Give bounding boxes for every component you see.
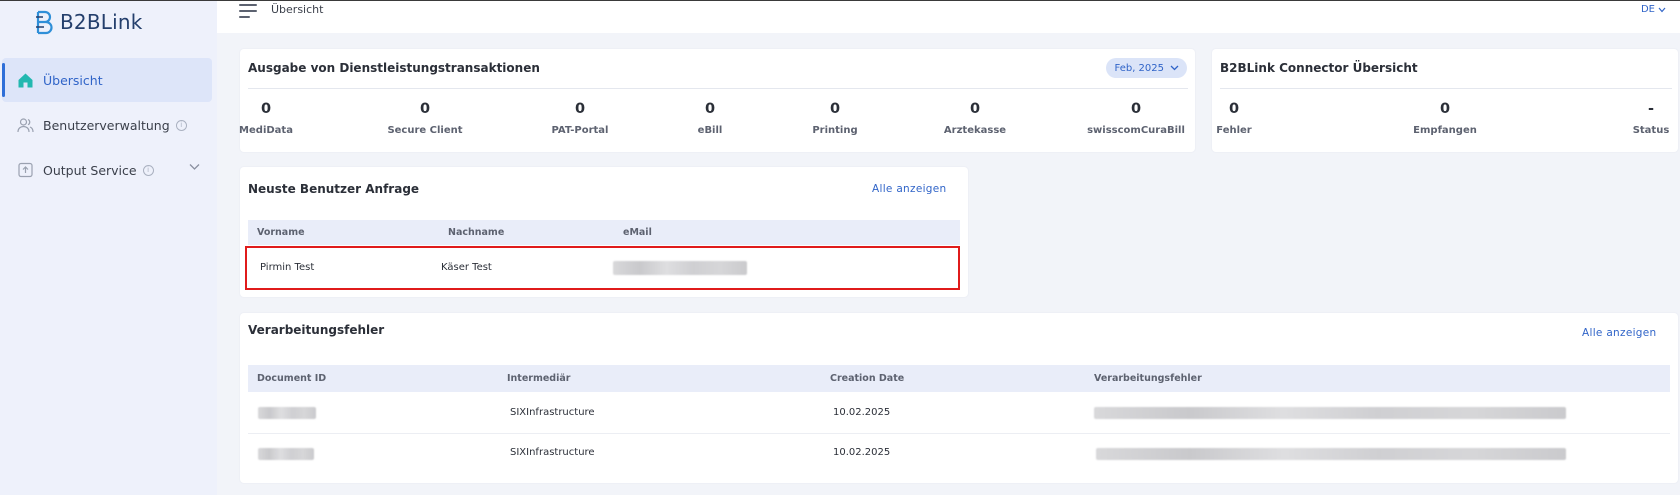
cell-intermediary: SIXInfrastructure [510,447,595,458]
sidebar-item-output-service[interactable]: Output Service i [2,148,212,192]
stat-ebill: 0 eBill [675,101,745,136]
transactions-card: Ausgabe von Dienstleistungstransaktionen… [238,49,1195,152]
stat-label: eBill [697,125,723,136]
chevron-down-icon[interactable] [189,163,200,171]
topbar: Übersicht DE [217,0,1680,33]
cell-creation-date: 10.02.2025 [833,407,891,418]
stat-label: MediData [239,125,293,136]
menu-icon[interactable] [239,4,257,18]
language-selector[interactable]: DE [1641,4,1666,15]
app-name: B2BLink [60,10,143,34]
connector-card: B2BLink Connector Übersicht 0 Fehler 0 E… [1212,49,1678,152]
stat-label: Status [1632,125,1670,136]
redacted-error-text [1096,448,1566,460]
sidebar-item-benutzerverwaltung[interactable]: Benutzerverwaltung i [2,103,212,147]
cell-creation-date: 10.02.2025 [833,447,891,458]
sidebar-item-label: Übersicht [43,72,103,88]
stat-label: Arztekasse [943,125,1007,136]
stat-value: 0 [1439,101,1451,117]
transactions-title: Ausgabe von Dienstleistungstransaktionen [248,61,540,75]
show-all-users-link[interactable]: Alle anzeigen [872,183,946,195]
stat-secure-client: 0 Secure Client [375,101,475,136]
language-label: DE [1640,4,1655,15]
stat-value: 0 [419,101,431,117]
table-header: Document ID Intermediär Creation Date Ve… [248,365,1670,392]
stat-label: swisscomCuraBill [1087,125,1185,136]
redacted-document-id [258,407,316,419]
column-header[interactable]: Intermediär [507,373,570,384]
stat-label: Empfangen [1413,125,1477,136]
sidebar-item-label: Benutzerverwaltung [43,117,170,133]
stat-printing: 0 Printing [795,101,875,136]
errors-card: Verarbeitungsfehler Alle anzeigen Docume… [240,313,1678,483]
stat-value: 0 [260,101,272,117]
stat-value: 0 [1130,101,1142,117]
errors-title: Verarbeitungsfehler [248,323,385,337]
table-row[interactable]: SIXInfrastructure 10.02.2025 [248,434,1670,474]
stat-fehler: 0 Fehler [1216,101,1252,136]
app-logo[interactable]: B2BLink [34,9,143,35]
stat-value: 0 [969,101,981,117]
month-label: Feb, 2025 [1114,62,1164,74]
column-header[interactable]: eMail [623,227,652,238]
user-requests-title: Neuste Benutzer Anfrage [248,182,420,196]
redacted-error-text [1094,407,1566,419]
chevron-down-icon [1170,65,1179,71]
stat-arztekasse: 0 Arztekasse [935,101,1015,136]
column-header[interactable]: Vorname [257,227,305,238]
chevron-down-icon [1658,7,1666,12]
stat-label: Fehler [1216,125,1252,136]
info-icon[interactable]: i [142,164,154,176]
stat-value: - [1647,101,1655,117]
column-header[interactable]: Verarbeitungsfehler [1094,373,1202,384]
highlight-box [245,246,960,290]
stat-value: 0 [704,101,716,117]
page-title: Übersicht [271,3,324,16]
stat-label: PAT-Portal [551,125,609,136]
stat-label: Printing [812,125,858,136]
users-icon [16,116,34,134]
show-all-errors-link[interactable]: Alle anzeigen [1582,327,1656,339]
stat-swisscomcurabill: 0 swisscomCuraBill [1078,101,1194,136]
sidebar-item-uebersicht[interactable]: Übersicht [2,58,212,102]
month-selector[interactable]: Feb, 2025 [1106,58,1187,78]
user-requests-card: Neuste Benutzer Anfrage Alle anzeigen Vo… [240,167,968,297]
redacted-document-id [258,448,314,460]
divider [248,88,1188,89]
stat-value: 0 [829,101,841,117]
upload-icon [16,161,34,179]
cell-intermediary: SIXInfrastructure [510,407,595,418]
sidebar: B2BLink Übersicht Benutzerverwaltung i O… [0,0,217,495]
divider [1220,88,1672,89]
stat-pat-portal: 0 PAT-Portal [535,101,625,136]
home-icon [16,71,34,89]
column-header[interactable]: Nachname [448,227,504,238]
sidebar-item-label: Output Service [43,162,137,178]
stat-status: - Status [1626,101,1676,136]
stat-label: Secure Client [387,125,463,136]
stat-medidata: 0 MediData [238,101,294,136]
table-header: Vorname Nachname eMail [248,220,960,245]
column-header[interactable]: Document ID [257,373,326,384]
connector-title: B2BLink Connector Übersicht [1220,61,1418,75]
info-icon[interactable]: i [175,119,187,131]
table-row[interactable]: SIXInfrastructure 10.02.2025 [248,393,1670,433]
stat-value: 0 [1228,101,1240,117]
column-header[interactable]: Creation Date [830,373,904,384]
stat-empfangen: 0 Empfangen [1408,101,1482,136]
stat-value: 0 [574,101,586,117]
logo-icon [36,10,53,35]
